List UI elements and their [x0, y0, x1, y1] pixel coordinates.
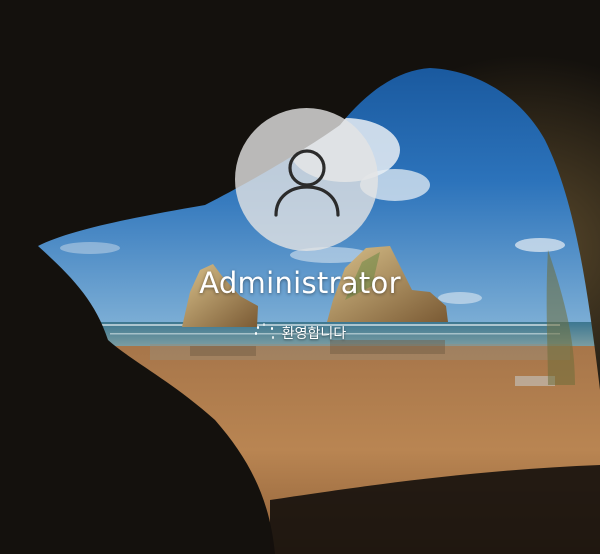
- login-overlay: Administrator 환영합니다: [0, 0, 600, 554]
- user-icon: [273, 148, 340, 217]
- sign-in-status: 환영합니다: [0, 322, 600, 344]
- welcome-text: 환영합니다: [281, 326, 347, 342]
- loading-spinner-icon: [254, 322, 276, 344]
- user-avatar[interactable]: [235, 108, 378, 251]
- account-username: Administrator: [199, 266, 401, 300]
